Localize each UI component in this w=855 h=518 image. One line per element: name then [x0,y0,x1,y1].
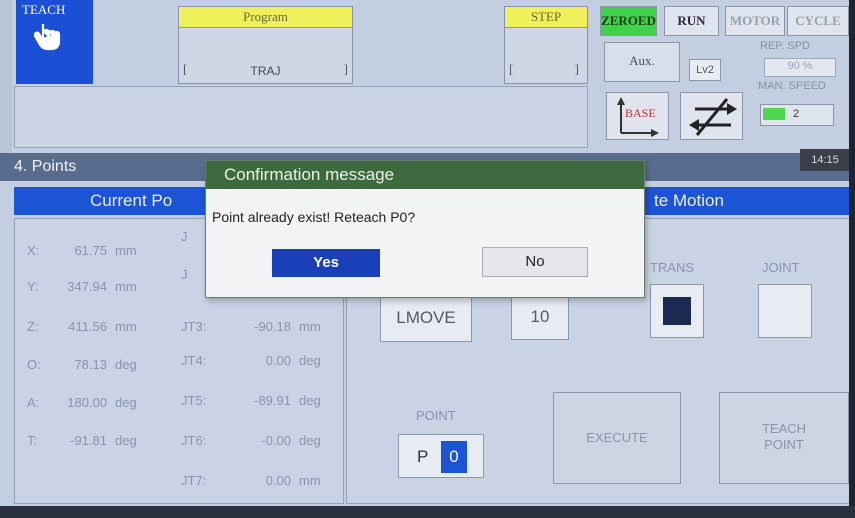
joint-unit: mm [299,473,321,488]
program-value: TRAJ [250,64,281,78]
axis-value: 78.13 [74,357,107,372]
pendant-screen: TEACH Program [ TRAJ ] STEP [ ] ZEROED R… [0,0,855,518]
axis-label: X: [27,243,40,258]
current-position-title: Current Po [90,191,173,210]
trans-checkbox-mark [663,297,691,325]
bezel-right [849,0,855,518]
joint-unit: mm [299,319,321,334]
cycle-button[interactable]: CYCLE [787,6,849,36]
speed-field[interactable]: 10 [511,294,569,340]
joint-unit: deg [299,433,321,448]
bezel-left [0,0,12,153]
manual-speed-value: 2 [793,108,800,120]
axis-value: 180.00 [67,395,107,410]
joint-unit: deg [299,353,321,368]
axis-unit: deg [115,357,137,372]
dialog-title-bar: Confirmation message [206,161,644,189]
joint-value: -89.91 [254,393,291,408]
manual-speed-label: MAN. SPEED [758,80,826,92]
bracket-close: ] [343,61,348,76]
bracket-close: ] [574,61,579,76]
step-panel[interactable]: STEP [ ] [504,6,588,84]
axis-value: 411.56 [68,319,107,334]
manual-speed[interactable]: MAN. SPEED 2 [752,80,849,136]
joint-checkbox[interactable] [758,284,812,338]
axis-label: Y: [27,279,39,294]
toggle-direction-button[interactable] [680,92,743,140]
repeat-speed-value: 90 % [764,58,836,77]
teach-point-line2: POINT [764,437,804,452]
axis-value: 347.94 [67,279,107,294]
axis-unit: deg [115,433,137,448]
axis-unit: deg [115,395,137,410]
point-prefix: P [417,447,429,466]
confirmation-dialog: Confirmation message Point already exist… [205,160,645,298]
yes-button[interactable]: Yes [272,249,380,277]
axis-label: T: [27,433,38,448]
joint-label: JT5: [181,393,207,408]
axis-label: O: [27,357,41,372]
manual-speed-fill [763,108,785,120]
axis-unit: mm [115,319,137,334]
joint-label: JOINT [762,260,800,275]
run-button[interactable]: RUN [664,6,719,36]
joint-value: 0.00 [265,473,291,488]
step-label: STEP [505,7,587,28]
teach-point-line1: TEACH [761,421,807,436]
swap-arrows-icon [689,98,737,136]
joint-label: J [181,229,188,244]
joint-label: J [181,267,188,282]
trans-checkbox[interactable] [650,284,704,338]
joint-value: -90.18 [254,319,291,334]
axis-unit: mm [115,279,137,294]
point-number: 0 [441,441,467,473]
bracket-open: [ [509,61,514,76]
joint-label: JT4: [181,353,207,368]
dialog-title: Confirmation message [224,165,395,184]
axis-label: A: [27,395,40,410]
program-panel[interactable]: Program [ TRAJ ] [178,6,353,84]
teach-point-button[interactable]: TEACH POINT [719,392,849,484]
execute-button[interactable]: EXECUTE [553,392,681,484]
trans-label: TRANS [650,260,695,275]
joint-label: JT7: [181,473,207,488]
no-button[interactable]: No [482,247,588,277]
base-label: BASE [625,106,656,120]
joint-value: 0.00 [265,353,291,368]
program-label: Program [179,7,352,28]
axis-value: -91.81 [70,433,107,448]
screen-title: 4. Points [14,158,77,175]
dialog-message: Point already exist! Reteach P0? [212,209,416,225]
joint-unit: deg [299,393,321,408]
base-icon: BASE [617,97,659,137]
joint-label: JT6: [181,433,207,448]
hand-icon [33,22,62,57]
motion-title: te Motion [654,191,724,210]
axis-value: 61.75 [74,243,107,258]
teach-label: TEACH [22,2,66,17]
joint-value: -0.00 [261,433,291,448]
teach-mode-indicator[interactable]: TEACH [16,0,93,84]
aux-button[interactable]: Aux. [604,42,680,82]
axis-unit: mm [115,243,137,258]
clock: 14:15 [800,149,850,171]
manual-speed-bar: 2 [760,104,834,126]
repeat-speed-label: REP. SPD [760,40,810,52]
bezel-bottom [0,506,855,518]
motion-type-button[interactable]: LMOVE [380,294,472,342]
message-bar [14,86,588,148]
point-input[interactable]: P 0 [398,434,484,478]
level-badge: Lv2 [689,59,721,81]
repeat-speed[interactable]: REP. SPD 90 % [754,40,849,84]
joint-label: JT3: [181,319,207,334]
zeroed-status: ZEROED [600,6,657,36]
motor-button[interactable]: MOTOR [725,6,785,36]
axis-label: Z: [27,319,39,334]
point-label: POINT [416,408,456,423]
base-coordinate-button[interactable]: BASE [606,92,669,140]
